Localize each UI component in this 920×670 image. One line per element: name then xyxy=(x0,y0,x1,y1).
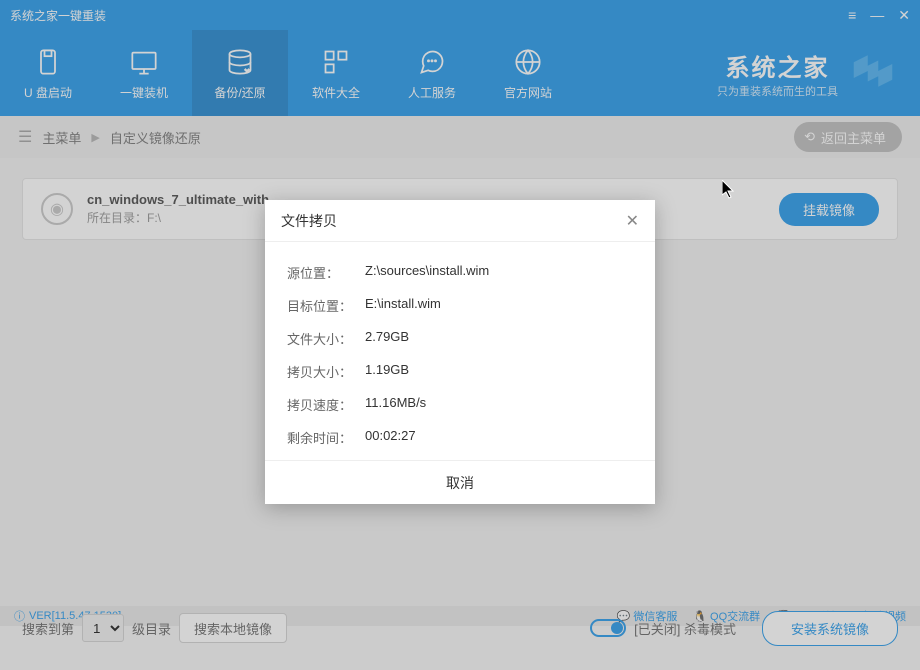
modal-overlay: 文件拷贝 ✕ 源位置：Z:\sources\install.wim 目标位置：E… xyxy=(0,0,920,670)
file-size-row: 文件大小：2.79GB xyxy=(287,322,633,355)
source-row: 源位置：Z:\sources\install.wim xyxy=(287,256,633,289)
file-copy-dialog: 文件拷贝 ✕ 源位置：Z:\sources\install.wim 目标位置：E… xyxy=(265,200,655,504)
speed-row: 拷贝速度：11.16MB/s xyxy=(287,388,633,421)
target-row: 目标位置：E:\install.wim xyxy=(287,289,633,322)
cancel-button[interactable]: 取消 xyxy=(265,461,655,504)
dialog-footer: 取消 xyxy=(265,460,655,504)
remaining-row: 剩余时间：00:02:27 xyxy=(287,421,633,454)
dialog-body: 源位置：Z:\sources\install.wim 目标位置：E:\insta… xyxy=(265,242,655,460)
dialog-header: 文件拷贝 ✕ xyxy=(265,200,655,242)
dialog-title: 文件拷贝 xyxy=(281,211,337,231)
dialog-close-button[interactable]: ✕ xyxy=(626,211,639,231)
copied-size-row: 拷贝大小：1.19GB xyxy=(287,355,633,388)
